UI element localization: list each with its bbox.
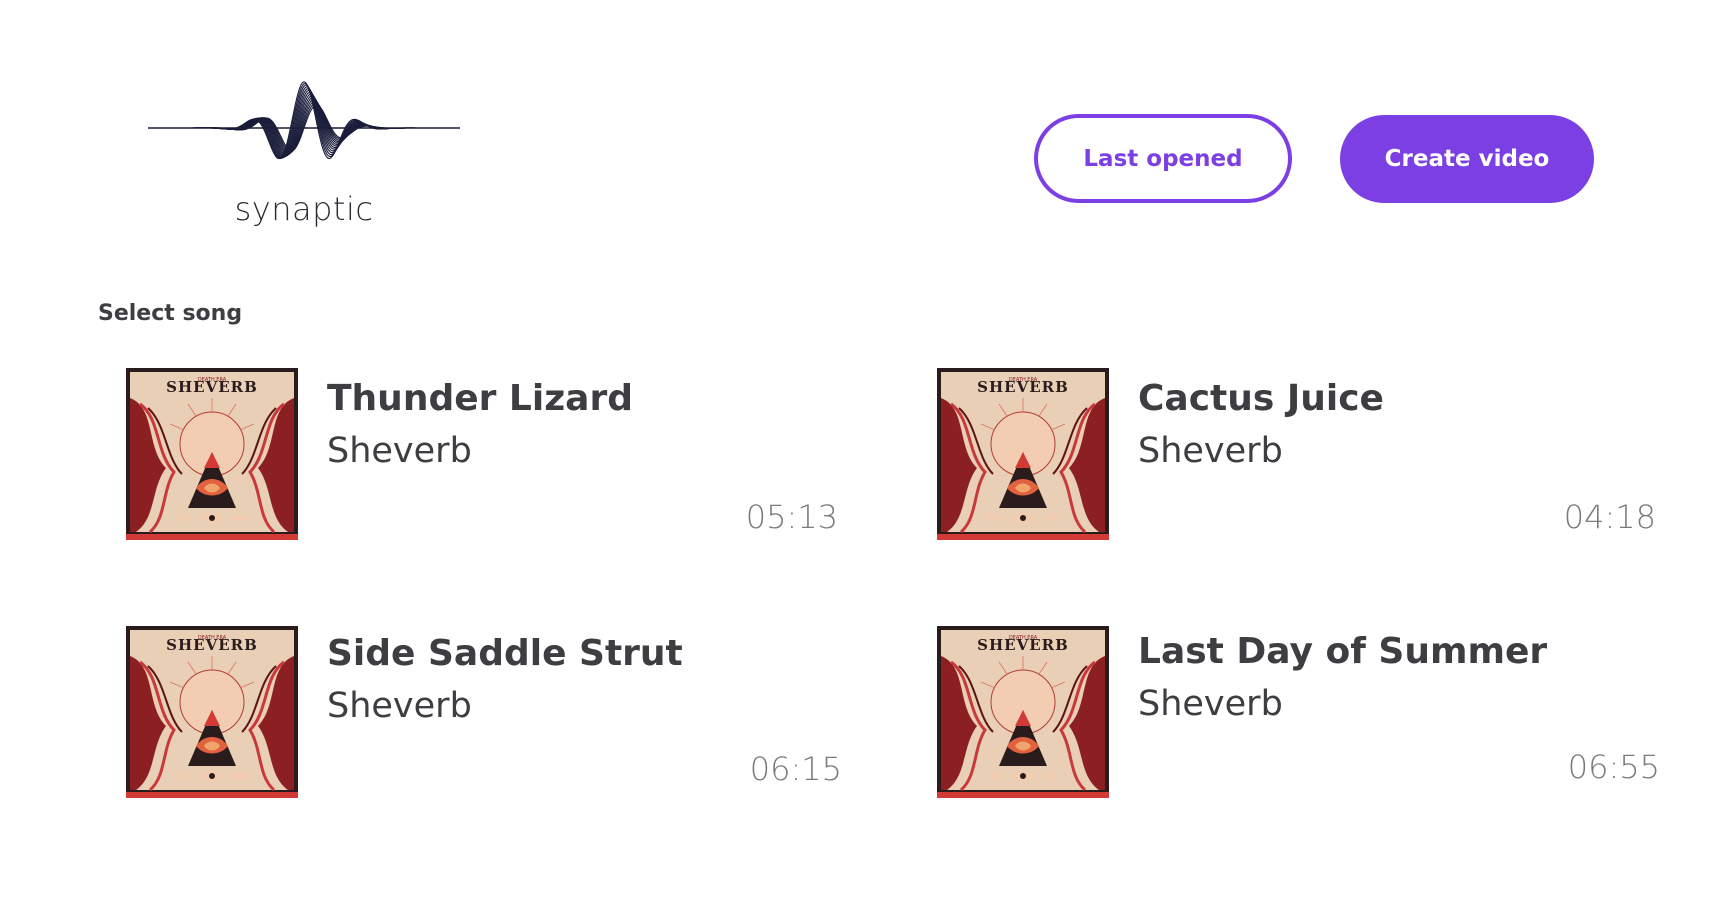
album-art: DEATH ERA SHEVERB — [937, 368, 1109, 540]
song-artist: Sheverb — [1138, 684, 1283, 724]
logo-wordmark: synaptic — [234, 190, 374, 228]
album-cover: DEATH ERA SHEVERB — [937, 368, 1109, 540]
song-item[interactable]: DEATH ERA SHEVERB Last Day of Summer She… — [937, 626, 1660, 798]
album-art: DEATH ERA SHEVERB — [126, 626, 298, 798]
song-artist: Sheverb — [327, 431, 472, 471]
album-art: DEATH ERA SHEVERB — [126, 368, 298, 540]
last-opened-button[interactable]: Last opened — [1034, 114, 1292, 203]
song-title: Cactus Juice — [1138, 378, 1384, 419]
song-artist: Sheverb — [327, 686, 472, 726]
song-title: Side Saddle Strut — [327, 633, 683, 674]
synaptic-logo: synaptic — [148, 78, 460, 230]
song-artist: Sheverb — [1138, 431, 1283, 471]
song-item[interactable]: DEATH ERA SHEVERB Side Saddle Strut Shev… — [126, 626, 842, 798]
song-title: Thunder Lizard — [327, 378, 633, 419]
song-duration: 05:13 — [745, 498, 838, 536]
svg-text:SHEVERB: SHEVERB — [977, 636, 1069, 654]
album-cover: DEATH ERA SHEVERB — [126, 368, 298, 540]
svg-text:SHEVERB: SHEVERB — [166, 636, 258, 654]
svg-text:SHEVERB: SHEVERB — [977, 378, 1069, 396]
select-song-heading: Select song — [98, 301, 243, 326]
song-item[interactable]: DEATH ERA SHEVERB Thunder Lizard Sheverb… — [126, 368, 838, 540]
song-duration: 04:18 — [1563, 498, 1656, 536]
album-cover: DEATH ERA SHEVERB — [937, 626, 1109, 798]
album-cover: DEATH ERA SHEVERB — [126, 626, 298, 798]
waveform-icon — [148, 81, 460, 160]
song-title: Last Day of Summer — [1138, 631, 1548, 672]
svg-text:SHEVERB: SHEVERB — [166, 378, 258, 396]
song-duration: 06:55 — [1567, 748, 1660, 786]
create-video-button[interactable]: Create video — [1340, 115, 1594, 203]
song-duration: 06:15 — [749, 750, 842, 788]
song-item[interactable]: DEATH ERA SHEVERB Cactus Juice Sheverb 0… — [937, 368, 1656, 540]
album-art: DEATH ERA SHEVERB — [937, 626, 1109, 798]
